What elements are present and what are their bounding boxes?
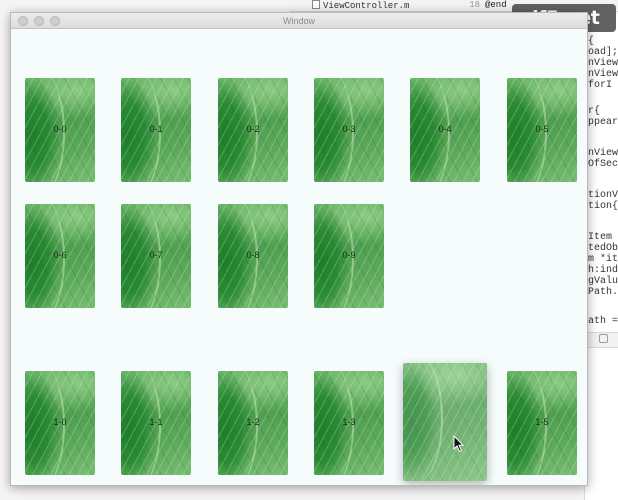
- code-line: tion{: [588, 201, 618, 212]
- code-line: Item =: [588, 232, 618, 243]
- code-line: nView: [588, 58, 618, 69]
- code-line: tionV: [588, 190, 618, 201]
- code-line: nView: [588, 148, 618, 159]
- item-label: 1-3: [342, 417, 356, 427]
- item-label: 0-9: [342, 250, 356, 260]
- item-label: 0-1: [149, 124, 163, 134]
- collection-item[interactable]: 1-1: [121, 371, 191, 475]
- collection-item[interactable]: 0-9: [314, 204, 384, 308]
- collection-item[interactable]: 0-5: [507, 78, 577, 182]
- code-line: nView: [588, 69, 618, 80]
- code-line: ath =: [588, 316, 618, 327]
- ide-file-item[interactable]: ViewController.m: [312, 0, 409, 11]
- collection-item[interactable]: 0-8: [218, 204, 288, 308]
- item-label: 0-8: [246, 250, 260, 260]
- code-line: ppear: [588, 117, 618, 128]
- item-label: 1-1: [149, 417, 163, 427]
- item-label: 0-4: [438, 124, 452, 134]
- item-label: 1-2: [246, 417, 260, 427]
- item-label: 0-3: [342, 124, 356, 134]
- code-line: OfSec: [588, 159, 618, 170]
- collection-item[interactable]: 0-6: [25, 204, 95, 308]
- item-label: 0-5: [535, 124, 549, 134]
- collection-item[interactable]: 1-5: [507, 371, 577, 475]
- collection-item[interactable]: 0-1: [121, 78, 191, 182]
- collection-item[interactable]: 1-3: [314, 371, 384, 475]
- code-line: h:ind: [588, 265, 618, 276]
- item-label: 0-6: [53, 250, 67, 260]
- code-line: {: [588, 36, 595, 47]
- code-line: oad];: [588, 47, 618, 58]
- code-line: tedOb: [588, 243, 618, 254]
- item-label: 0-7: [149, 250, 163, 260]
- file-icon: [312, 0, 320, 9]
- window-titlebar[interactable]: Window: [11, 13, 587, 29]
- dragging-collection-item[interactable]: 1-4: [403, 363, 487, 481]
- collection-item[interactable]: 0-4: [410, 78, 480, 182]
- collection-item[interactable]: 0-7: [121, 204, 191, 308]
- ide-file-name: ViewController.m: [323, 1, 410, 11]
- collection-item[interactable]: 1-0: [25, 371, 95, 475]
- item-label: 1-5: [535, 417, 549, 427]
- collection-view[interactable]: 0-0 0-1 0-2 0-3 0-4 0-5 0-6 0-7 0-8 0-9 …: [11, 29, 587, 485]
- window-title: Window: [282, 16, 315, 26]
- code-line: forI: [588, 80, 613, 91]
- code-line: m *it: [588, 254, 618, 265]
- collection-item[interactable]: 1-2: [218, 371, 288, 475]
- ide-line-number: 18: [469, 0, 480, 10]
- code-line: r{: [588, 106, 601, 117]
- item-label: 0-2: [246, 124, 260, 134]
- item-label: 1-0: [53, 417, 67, 427]
- ide-code-text: @end: [485, 0, 507, 10]
- collection-item[interactable]: 0-2: [218, 78, 288, 182]
- item-label: 0-0: [53, 124, 67, 134]
- collection-item[interactable]: 0-3: [314, 78, 384, 182]
- collection-item[interactable]: 0-0: [25, 78, 95, 182]
- code-line: gValu: [588, 276, 618, 287]
- code-line: Path.: [588, 287, 618, 298]
- app-window: Window 0-0 0-1 0-2 0-3 0-4 0-5 0-6 0-7 0…: [10, 12, 588, 486]
- mouse-pointer-icon: [453, 435, 465, 453]
- cube-icon: [599, 334, 608, 343]
- code-editor-panel[interactable]: mt { oad]; nView nView forI r{ ppear nVi…: [584, 14, 618, 500]
